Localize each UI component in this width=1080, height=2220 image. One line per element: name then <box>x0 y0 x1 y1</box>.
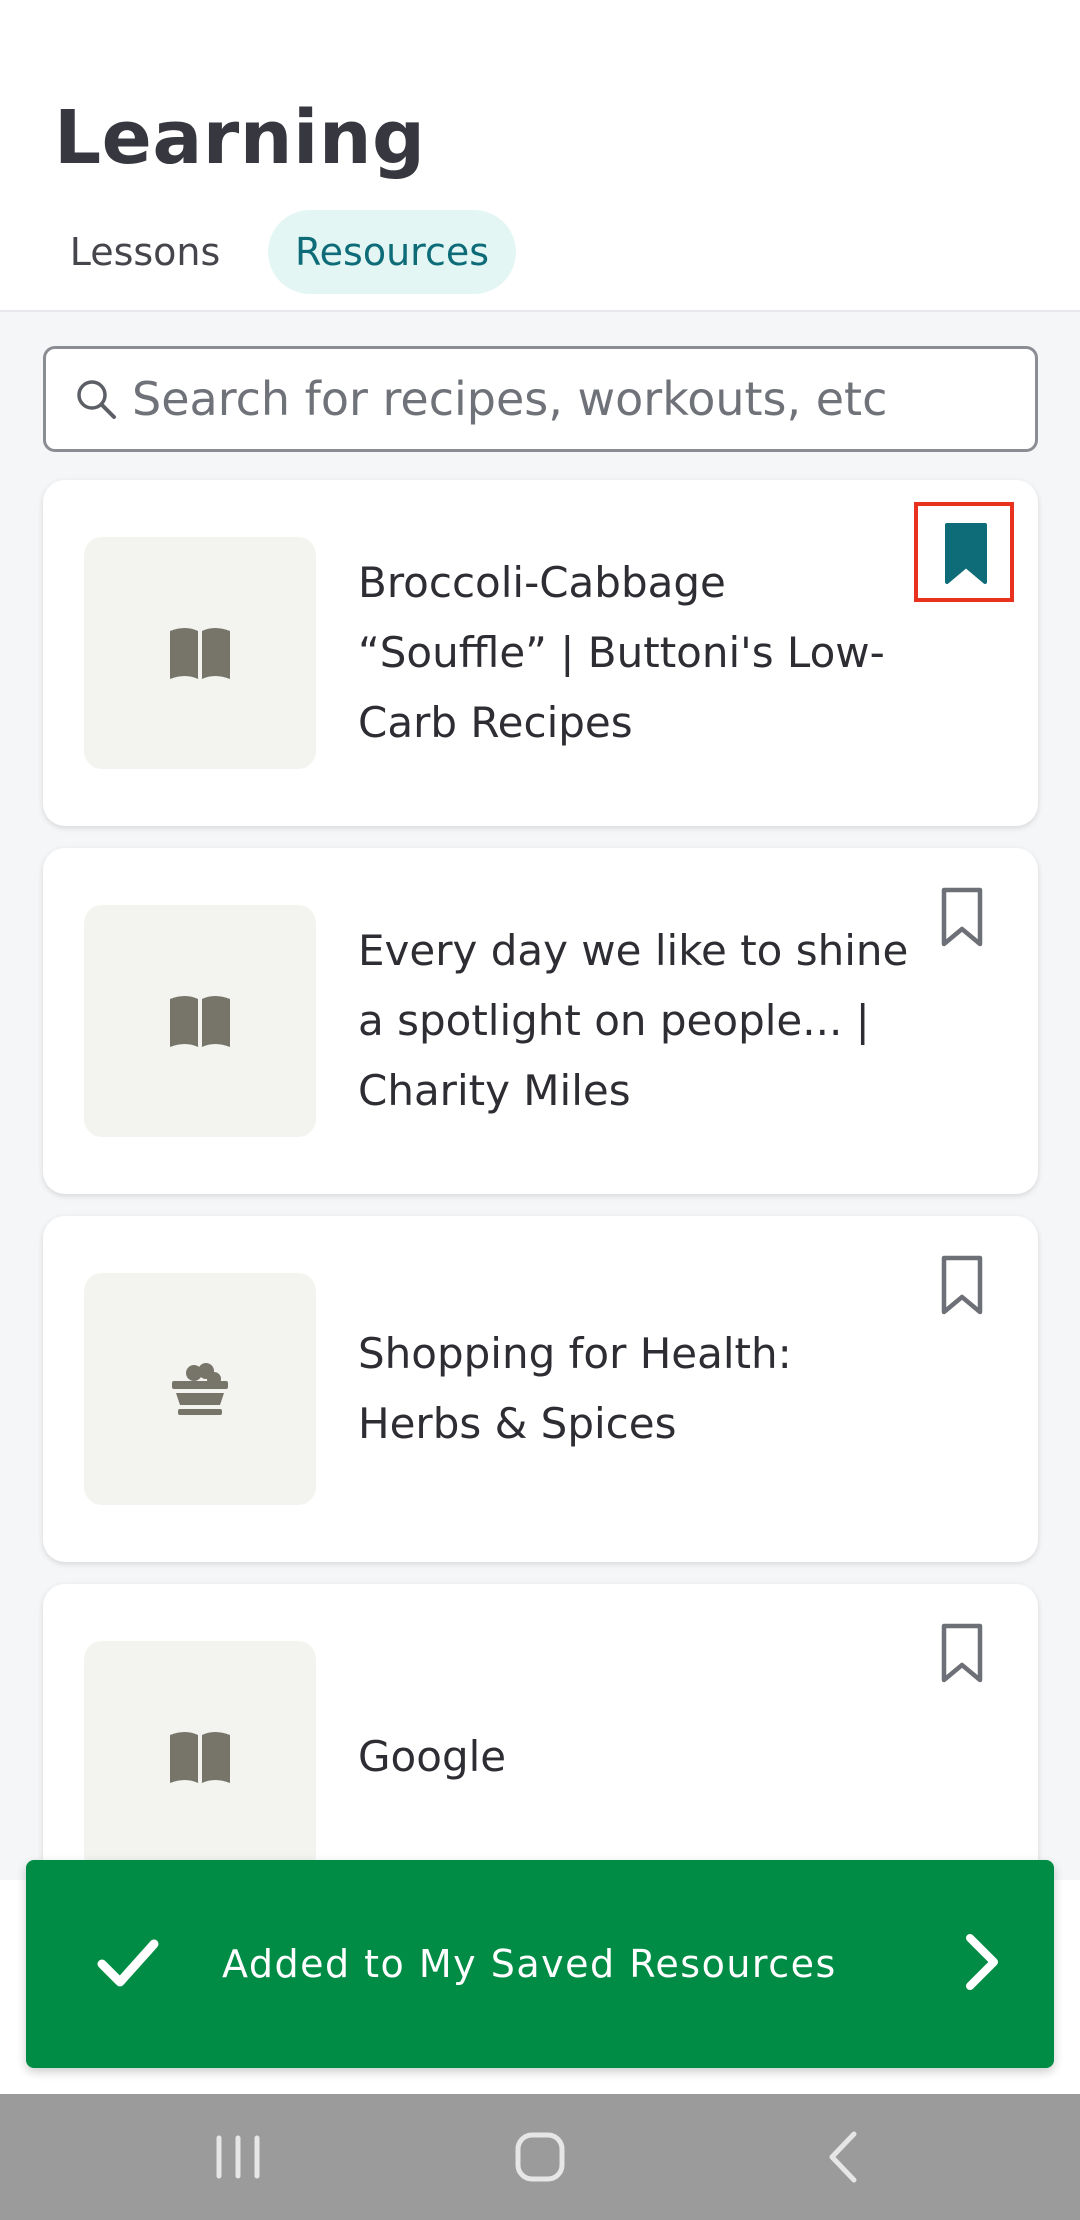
app-header: Learning Lessons Resources <box>0 0 1080 312</box>
resource-thumbnail <box>84 1641 316 1873</box>
resource-thumbnail <box>84 537 316 769</box>
bookmark-outline-icon <box>941 887 983 947</box>
toast-message: Added to My Saved Resources <box>222 1942 837 1986</box>
bookmark-filled-icon <box>945 523 987 584</box>
bookmark-button[interactable] <box>914 1238 1014 1338</box>
bookmark-outline-icon <box>941 1623 983 1683</box>
tab-lessons[interactable]: Lessons <box>50 210 240 294</box>
tab-resources[interactable]: Resources <box>268 210 516 294</box>
resource-title: Every day we like to shine a spotlight o… <box>358 926 909 1115</box>
bookmark-button[interactable] <box>914 1606 1014 1706</box>
search-icon <box>77 380 116 419</box>
search-box[interactable] <box>43 346 1038 452</box>
resource-card[interactable]: Shopping for Health: Herbs & Spices <box>43 1216 1038 1562</box>
resource-card[interactable]: Every day we like to shine a spotlight o… <box>43 848 1038 1194</box>
resource-thumbnail <box>84 1273 316 1505</box>
bookmark-button[interactable] <box>914 870 1014 970</box>
chevron-right-icon[interactable] <box>962 1930 1002 1994</box>
home-icon[interactable] <box>507 2124 573 2190</box>
bookmark-outline-icon <box>941 1255 983 1315</box>
page-title: Learning <box>54 95 426 181</box>
system-nav-bar <box>0 2094 1080 2220</box>
checkmark-icon <box>97 1939 159 1987</box>
back-icon[interactable] <box>810 2124 876 2190</box>
book-icon <box>170 1732 230 1783</box>
saved-toast[interactable]: Added to My Saved Resources <box>26 1860 1054 2068</box>
food-basket-icon <box>172 1363 228 1415</box>
bookmark-button[interactable] <box>914 502 1014 602</box>
resource-title: Shopping for Health: Herbs & Spices <box>358 1329 792 1448</box>
recent-apps-icon[interactable] <box>205 2124 271 2190</box>
resource-thumbnail <box>84 905 316 1137</box>
book-icon <box>170 628 230 679</box>
book-icon <box>170 996 230 1047</box>
resource-card[interactable]: Broccoli-Cabbage “Souffle” | Buttoni's L… <box>43 480 1038 826</box>
resource-title: Broccoli-Cabbage “Souffle” | Buttoni's L… <box>358 558 885 747</box>
search-input[interactable] <box>128 349 1012 449</box>
